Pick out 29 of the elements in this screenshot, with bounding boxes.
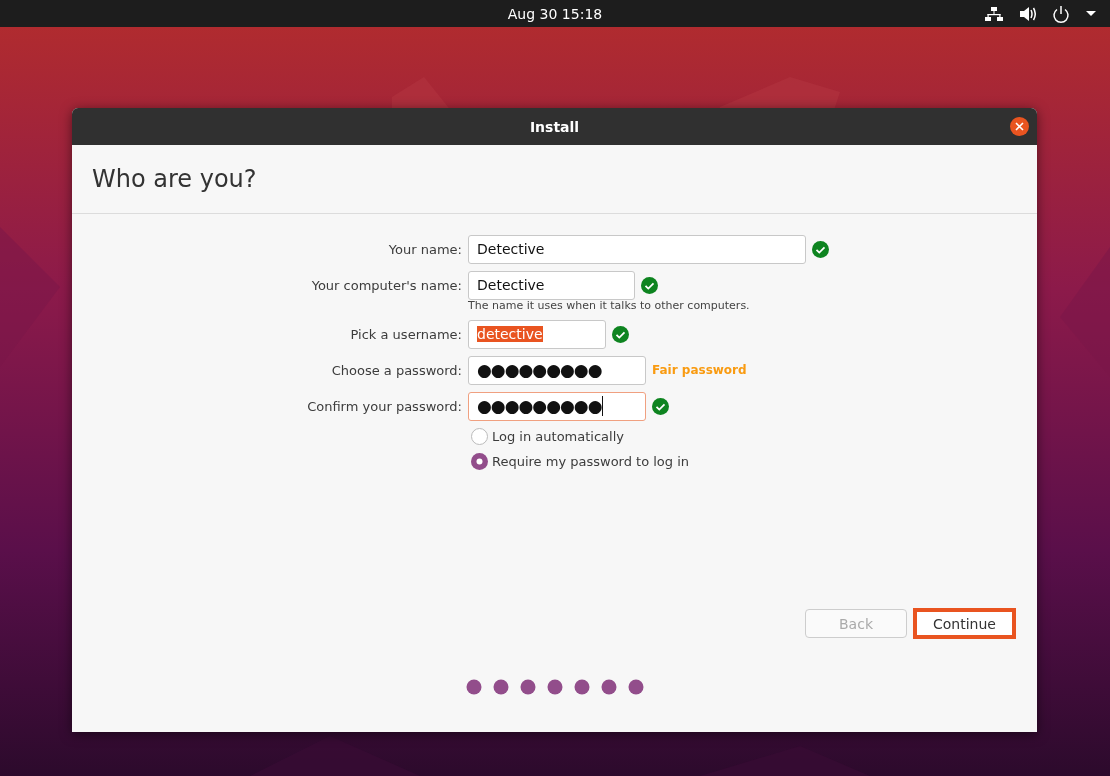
check-icon	[612, 325, 629, 343]
power-icon[interactable]	[1052, 4, 1070, 23]
text-field[interactable]: Detective	[468, 270, 635, 300]
check-icon	[641, 276, 658, 294]
radio-button[interactable]	[471, 428, 488, 445]
dropdown-arrow-icon[interactable]	[1086, 11, 1096, 16]
password-field[interactable]: ●●●●●●●●●	[468, 355, 646, 385]
text-field[interactable]: Detective	[468, 234, 806, 264]
field-hint: The name it uses when it talks to other computers.	[468, 299, 751, 312]
password-strength: Fair password	[652, 363, 747, 377]
radio-button[interactable]	[471, 453, 488, 470]
text-field[interactable]: detective	[468, 319, 606, 349]
field-label: Your name:	[388, 241, 462, 257]
close-icon[interactable]	[1010, 117, 1029, 136]
radio-label[interactable]: Log in automatically	[492, 429, 624, 444]
page-heading: Who are you?	[92, 165, 257, 193]
check-icon	[812, 240, 829, 258]
password-field[interactable]: ●●●●●●●●●	[468, 391, 646, 421]
field-label: Choose a password:	[331, 362, 462, 378]
field-label: Confirm your password:	[307, 398, 462, 414]
volume-icon[interactable]	[1019, 4, 1036, 23]
field-label: Your computer's name:	[311, 277, 462, 293]
check-icon	[652, 397, 669, 415]
wizard-button[interactable]: Continue	[913, 608, 1016, 639]
window-title: Install	[529, 118, 580, 135]
radio-label[interactable]: Require my password to log in	[492, 454, 690, 469]
clock[interactable]: Aug 30 15:18	[507, 5, 603, 22]
field-label: Pick a username:	[350, 326, 462, 342]
network-icon[interactable]	[985, 5, 1003, 22]
